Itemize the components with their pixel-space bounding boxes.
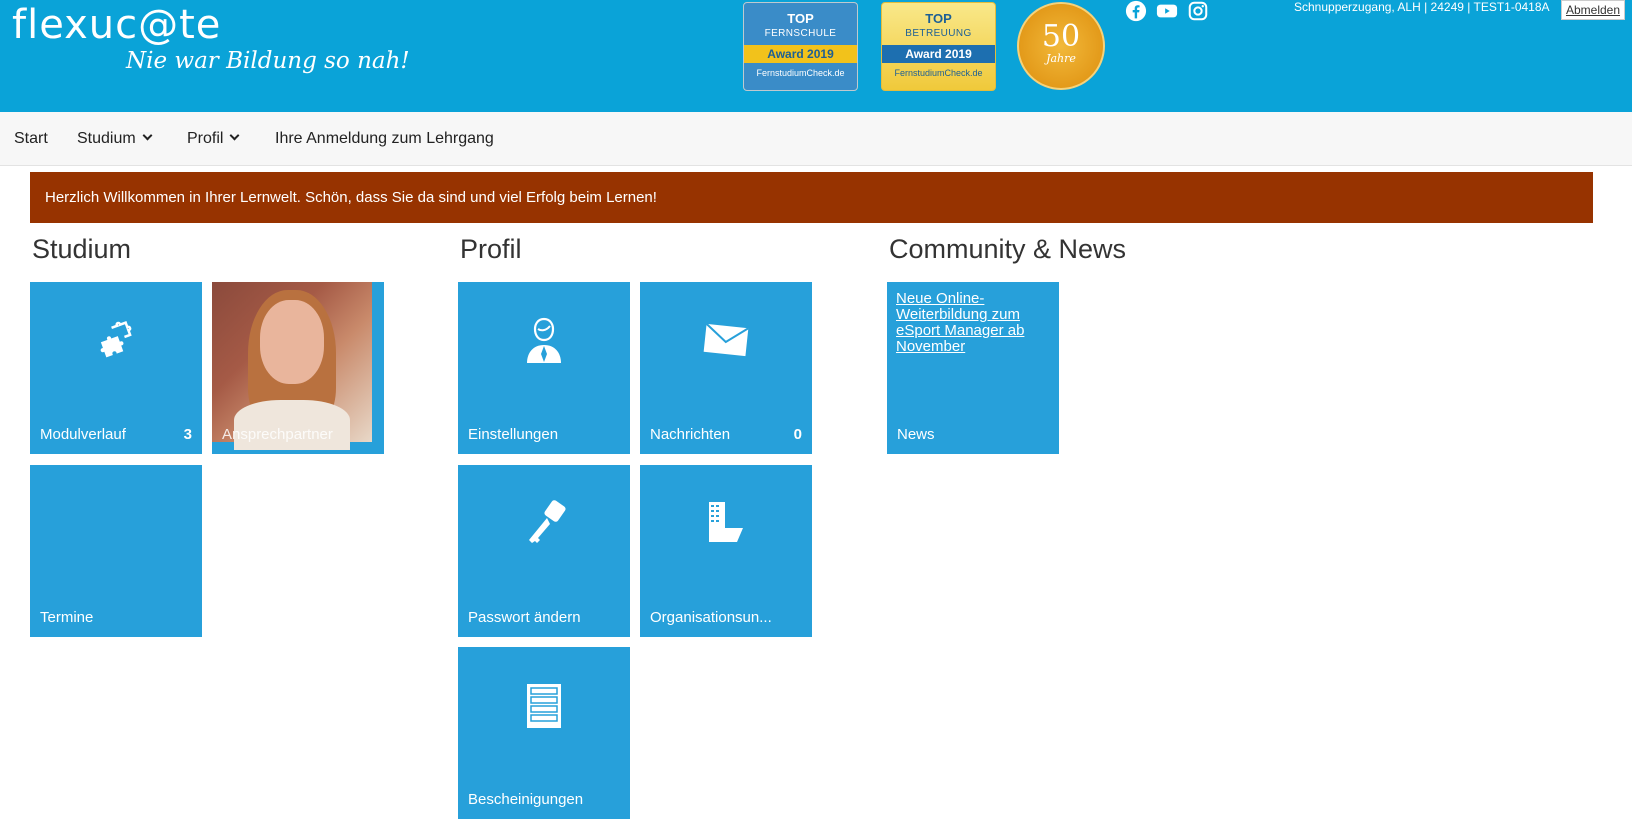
tile-bescheinigungen[interactable]: Bescheinigungen — [458, 647, 630, 819]
youtube-icon[interactable] — [1156, 0, 1178, 22]
nav-item-label: Studium — [77, 130, 136, 147]
section-title-community: Community & News — [889, 234, 1127, 264]
nav-item-start[interactable]: Start — [14, 112, 48, 166]
badge-site: FernstudiumCheck.de — [894, 68, 983, 78]
tile-label: Einstellungen — [468, 426, 559, 443]
chevron-down-icon — [230, 130, 240, 141]
badge-award: Award 2019 — [882, 45, 995, 63]
seal-text: Jahre — [1046, 52, 1076, 65]
logo[interactable]: flexuc@te — [12, 2, 221, 48]
tile-news[interactable]: Neue Online-Weiterbildung zum eSport Man… — [887, 282, 1059, 454]
tile-label: Modulverlauf — [40, 426, 126, 443]
welcome-banner: Herzlich Willkommen in Ihrer Lernwelt. S… — [30, 172, 1593, 223]
user-info: Schnupperzugang, ALH | 24249 | TEST1-041… — [1294, 0, 1550, 14]
tile-label: News — [897, 426, 935, 443]
chevron-down-icon — [142, 130, 153, 141]
section-title-studium: Studium — [32, 234, 132, 264]
award-badge-fernschule: TOP FERNSCHULE Award 2019 FernstudiumChe… — [743, 2, 858, 91]
badge-top: TOP — [925, 11, 952, 26]
section-title-profil: Profil — [460, 234, 522, 264]
tile-label: Nachrichten — [650, 426, 731, 443]
badge-sub: FERNSCHULE — [764, 28, 837, 39]
tile-einstellungen[interactable]: Einstellungen — [458, 282, 630, 454]
badge-sub: BETREUUNG — [905, 28, 972, 39]
user-icon — [519, 315, 569, 365]
tagline: Nie war Bildung so nah! — [126, 48, 410, 74]
tile-label: Passwort ändern — [468, 609, 581, 626]
nav-item-label: Ihre Anmeldung zum Lehrgang — [275, 130, 494, 147]
tile-modulverlauf[interactable]: Modulverlauf 3 — [30, 282, 202, 454]
puzzle-icon — [91, 315, 141, 365]
nav-item-studium[interactable]: Studium — [77, 112, 153, 166]
document-icon — [519, 680, 569, 730]
tile-label: Ansprechpartner — [222, 426, 333, 443]
tile-count: 3 — [183, 426, 192, 443]
tile-count: 0 — [793, 426, 802, 443]
nav-item-profil[interactable]: Profil — [187, 112, 240, 166]
tile-termine[interactable]: Termine — [30, 465, 202, 637]
logout-button[interactable]: Abmelden — [1561, 0, 1625, 20]
award-badge-betreuung: TOP BETREUUNG Award 2019 FernstudiumChec… — [881, 2, 996, 91]
photo-face — [260, 300, 324, 384]
tile-label: Organisationsun... — [650, 609, 772, 626]
badge-award: Award 2019 — [744, 45, 857, 63]
tile-ansprechpartner[interactable]: Ansprechpartner — [212, 282, 384, 454]
facebook-icon[interactable] — [1125, 0, 1147, 22]
nav-item-label: Profil — [187, 130, 224, 147]
tile-label: Termine — [40, 609, 94, 626]
anniversary-seal: 50 Jahre — [1017, 2, 1105, 90]
nav-item-anmeldung[interactable]: Ihre Anmeldung zum Lehrgang — [275, 112, 494, 166]
news-link[interactable]: Neue Online-Weiterbildung zum eSport Man… — [896, 291, 1056, 355]
seal-number: 50 — [1041, 19, 1081, 54]
instagram-icon[interactable] — [1187, 0, 1209, 22]
main-nav: Start Studium Profil Ihre Anmeldung zum … — [0, 112, 1632, 166]
badge-site: FernstudiumCheck.de — [756, 68, 845, 78]
tile-nachrichten[interactable]: Nachrichten 0 — [640, 282, 812, 454]
header: flexuc@te Nie war Bildung so nah! TOP FE… — [0, 0, 1632, 112]
tile-label: Bescheinigungen — [468, 791, 584, 808]
building-icon — [701, 498, 751, 548]
key-icon — [519, 498, 569, 548]
badge-top: TOP — [787, 11, 814, 26]
envelope-icon — [701, 315, 751, 365]
tile-passwort[interactable]: Passwort ändern — [458, 465, 630, 637]
nav-item-label: Start — [14, 130, 48, 147]
tile-organisation[interactable]: Organisationsun... — [640, 465, 812, 637]
contact-photo — [212, 282, 372, 450]
